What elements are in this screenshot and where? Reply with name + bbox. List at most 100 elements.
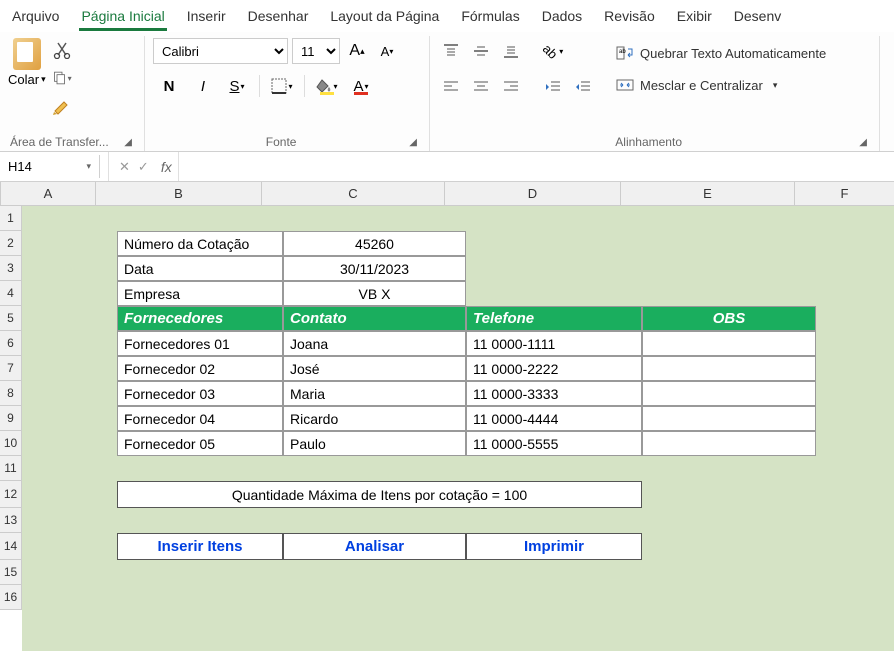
fx-button[interactable]: fx	[155, 159, 178, 175]
row-header-15[interactable]: 15	[0, 560, 22, 585]
cell-obs[interactable]	[642, 431, 816, 456]
menu-item-reviso[interactable]: Revisão	[602, 4, 657, 31]
col-header-A[interactable]: A	[1, 182, 96, 206]
orientation-button[interactable]: ab▾	[540, 38, 566, 64]
cell-obs[interactable]	[642, 331, 816, 356]
col-header-D[interactable]: D	[445, 182, 621, 206]
align-middle-button[interactable]	[468, 38, 494, 64]
row-header-8[interactable]: 8	[0, 381, 22, 406]
decrease-font-button[interactable]: A▾	[374, 38, 400, 64]
align-top-button[interactable]	[438, 38, 464, 64]
font-launcher[interactable]: ◢	[407, 137, 419, 148]
align-left-button[interactable]	[438, 74, 464, 100]
merge-center-button[interactable]: Mesclar e Centralizar ▾	[610, 74, 832, 96]
cell-fornecedor[interactable]: Fornecedor 02	[117, 356, 283, 381]
menu-item-arquivo[interactable]: Arquivo	[10, 4, 61, 31]
font-color-button[interactable]: A ▾	[345, 72, 377, 100]
cell-fornecedor[interactable]: Fornecedor 05	[117, 431, 283, 456]
paste-button[interactable]: Colar▾	[8, 38, 46, 87]
cell-contato[interactable]: Maria	[283, 381, 466, 406]
cell-contato[interactable]: Paulo	[283, 431, 466, 456]
inserir-itens-button[interactable]: Inserir Itens	[117, 533, 283, 560]
row-header-6[interactable]: 6	[0, 331, 22, 356]
menu-item-pginainicial[interactable]: Página Inicial	[79, 4, 166, 31]
row-header-13[interactable]: 13	[0, 508, 22, 533]
menu-item-desenhar[interactable]: Desenhar	[246, 4, 311, 31]
row-header-3[interactable]: 3	[0, 256, 22, 281]
col-header-B[interactable]: B	[96, 182, 262, 206]
menu-item-inserir[interactable]: Inserir	[185, 4, 228, 31]
cell-obs[interactable]	[642, 381, 816, 406]
accept-formula-button[interactable]: ✓	[138, 159, 149, 175]
table-row: Fornecedores 01 Joana 11 0000-1111	[22, 331, 894, 356]
align-bottom-button[interactable]	[498, 38, 524, 64]
cell-contato[interactable]: Joana	[283, 331, 466, 356]
row-header-16[interactable]: 16	[0, 585, 22, 610]
row-header-7[interactable]: 7	[0, 356, 22, 381]
info-value: VB X	[283, 281, 466, 306]
cell-contato[interactable]: Ricardo	[283, 406, 466, 431]
cell-telefone[interactable]: 11 0000-2222	[466, 356, 642, 381]
decrease-indent-button[interactable]	[540, 74, 566, 100]
increase-font-button[interactable]: A▴	[344, 38, 370, 64]
row-header-12[interactable]: 12	[0, 481, 22, 508]
font-group-label: Fonte	[155, 135, 407, 149]
row-header-14[interactable]: 14	[0, 533, 22, 560]
col-header-contato: Contato	[283, 306, 466, 331]
fill-color-button[interactable]: ▾	[311, 72, 343, 100]
cell-obs[interactable]	[642, 406, 816, 431]
italic-button[interactable]: I	[187, 72, 219, 100]
analisar-button[interactable]: Analisar	[283, 533, 466, 560]
table-row: Fornecedor 05 Paulo 11 0000-5555	[22, 431, 894, 456]
cell-obs[interactable]	[642, 356, 816, 381]
cell-contato[interactable]: José	[283, 356, 466, 381]
column-headers: ABCDEF	[1, 182, 894, 206]
info-value: 45260	[283, 231, 466, 256]
col-header-F[interactable]: F	[795, 182, 894, 206]
imprimir-button[interactable]: Imprimir	[466, 533, 642, 560]
clipboard-launcher[interactable]: ◢	[122, 137, 134, 148]
alignment-launcher[interactable]: ◢	[857, 137, 869, 148]
format-painter-button[interactable]	[52, 96, 72, 116]
menu-item-frmulas[interactable]: Fórmulas	[459, 4, 521, 31]
name-box[interactable]: H14▾	[0, 155, 100, 178]
ribbon: Colar▾ ▾ Área de Transfer...◢ Calibri 11	[0, 32, 894, 152]
cell-telefone[interactable]: 11 0000-1111	[466, 331, 642, 356]
cell-telefone[interactable]: 11 0000-4444	[466, 406, 642, 431]
copy-button[interactable]: ▾	[52, 68, 72, 88]
col-header-obs: OBS	[642, 306, 816, 331]
cells-area[interactable]: Número da Cotação 45260 Data 30/11/2023 …	[22, 206, 894, 651]
row-header-10[interactable]: 10	[0, 431, 22, 456]
col-header-telefone: Telefone	[466, 306, 642, 331]
col-header-E[interactable]: E	[621, 182, 795, 206]
bold-button[interactable]: N	[153, 72, 185, 100]
font-name-select[interactable]: Calibri	[153, 38, 288, 64]
formula-input[interactable]	[178, 152, 894, 181]
row-header-9[interactable]: 9	[0, 406, 22, 431]
align-center-button[interactable]	[468, 74, 494, 100]
cell-fornecedor[interactable]: Fornecedor 04	[117, 406, 283, 431]
cut-button[interactable]	[52, 40, 72, 60]
cell-fornecedor[interactable]: Fornecedores 01	[117, 331, 283, 356]
font-size-select[interactable]: 11	[292, 38, 340, 64]
row-header-5[interactable]: 5	[0, 306, 22, 331]
row-header-2[interactable]: 2	[0, 231, 22, 256]
wrap-text-button[interactable]: ab Quebrar Texto Automaticamente	[610, 42, 832, 64]
menu-item-layoutdapgina[interactable]: Layout da Página	[328, 4, 441, 31]
cell-telefone[interactable]: 11 0000-5555	[466, 431, 642, 456]
menu-item-exibir[interactable]: Exibir	[675, 4, 714, 31]
row-header-11[interactable]: 11	[0, 456, 22, 481]
cancel-formula-button[interactable]: ✕	[119, 159, 130, 175]
menu-item-desenv[interactable]: Desenv	[732, 4, 783, 31]
cell-fornecedor[interactable]: Fornecedor 03	[117, 381, 283, 406]
col-header-C[interactable]: C	[262, 182, 445, 206]
col-header-fornecedores: Fornecedores	[117, 306, 283, 331]
row-header-1[interactable]: 1	[0, 206, 22, 231]
cell-telefone[interactable]: 11 0000-3333	[466, 381, 642, 406]
align-right-button[interactable]	[498, 74, 524, 100]
menu-item-dados[interactable]: Dados	[540, 4, 584, 31]
underline-button[interactable]: S▾	[221, 72, 253, 100]
borders-button[interactable]: ▾	[266, 72, 298, 100]
row-header-4[interactable]: 4	[0, 281, 22, 306]
increase-indent-button[interactable]	[570, 74, 596, 100]
